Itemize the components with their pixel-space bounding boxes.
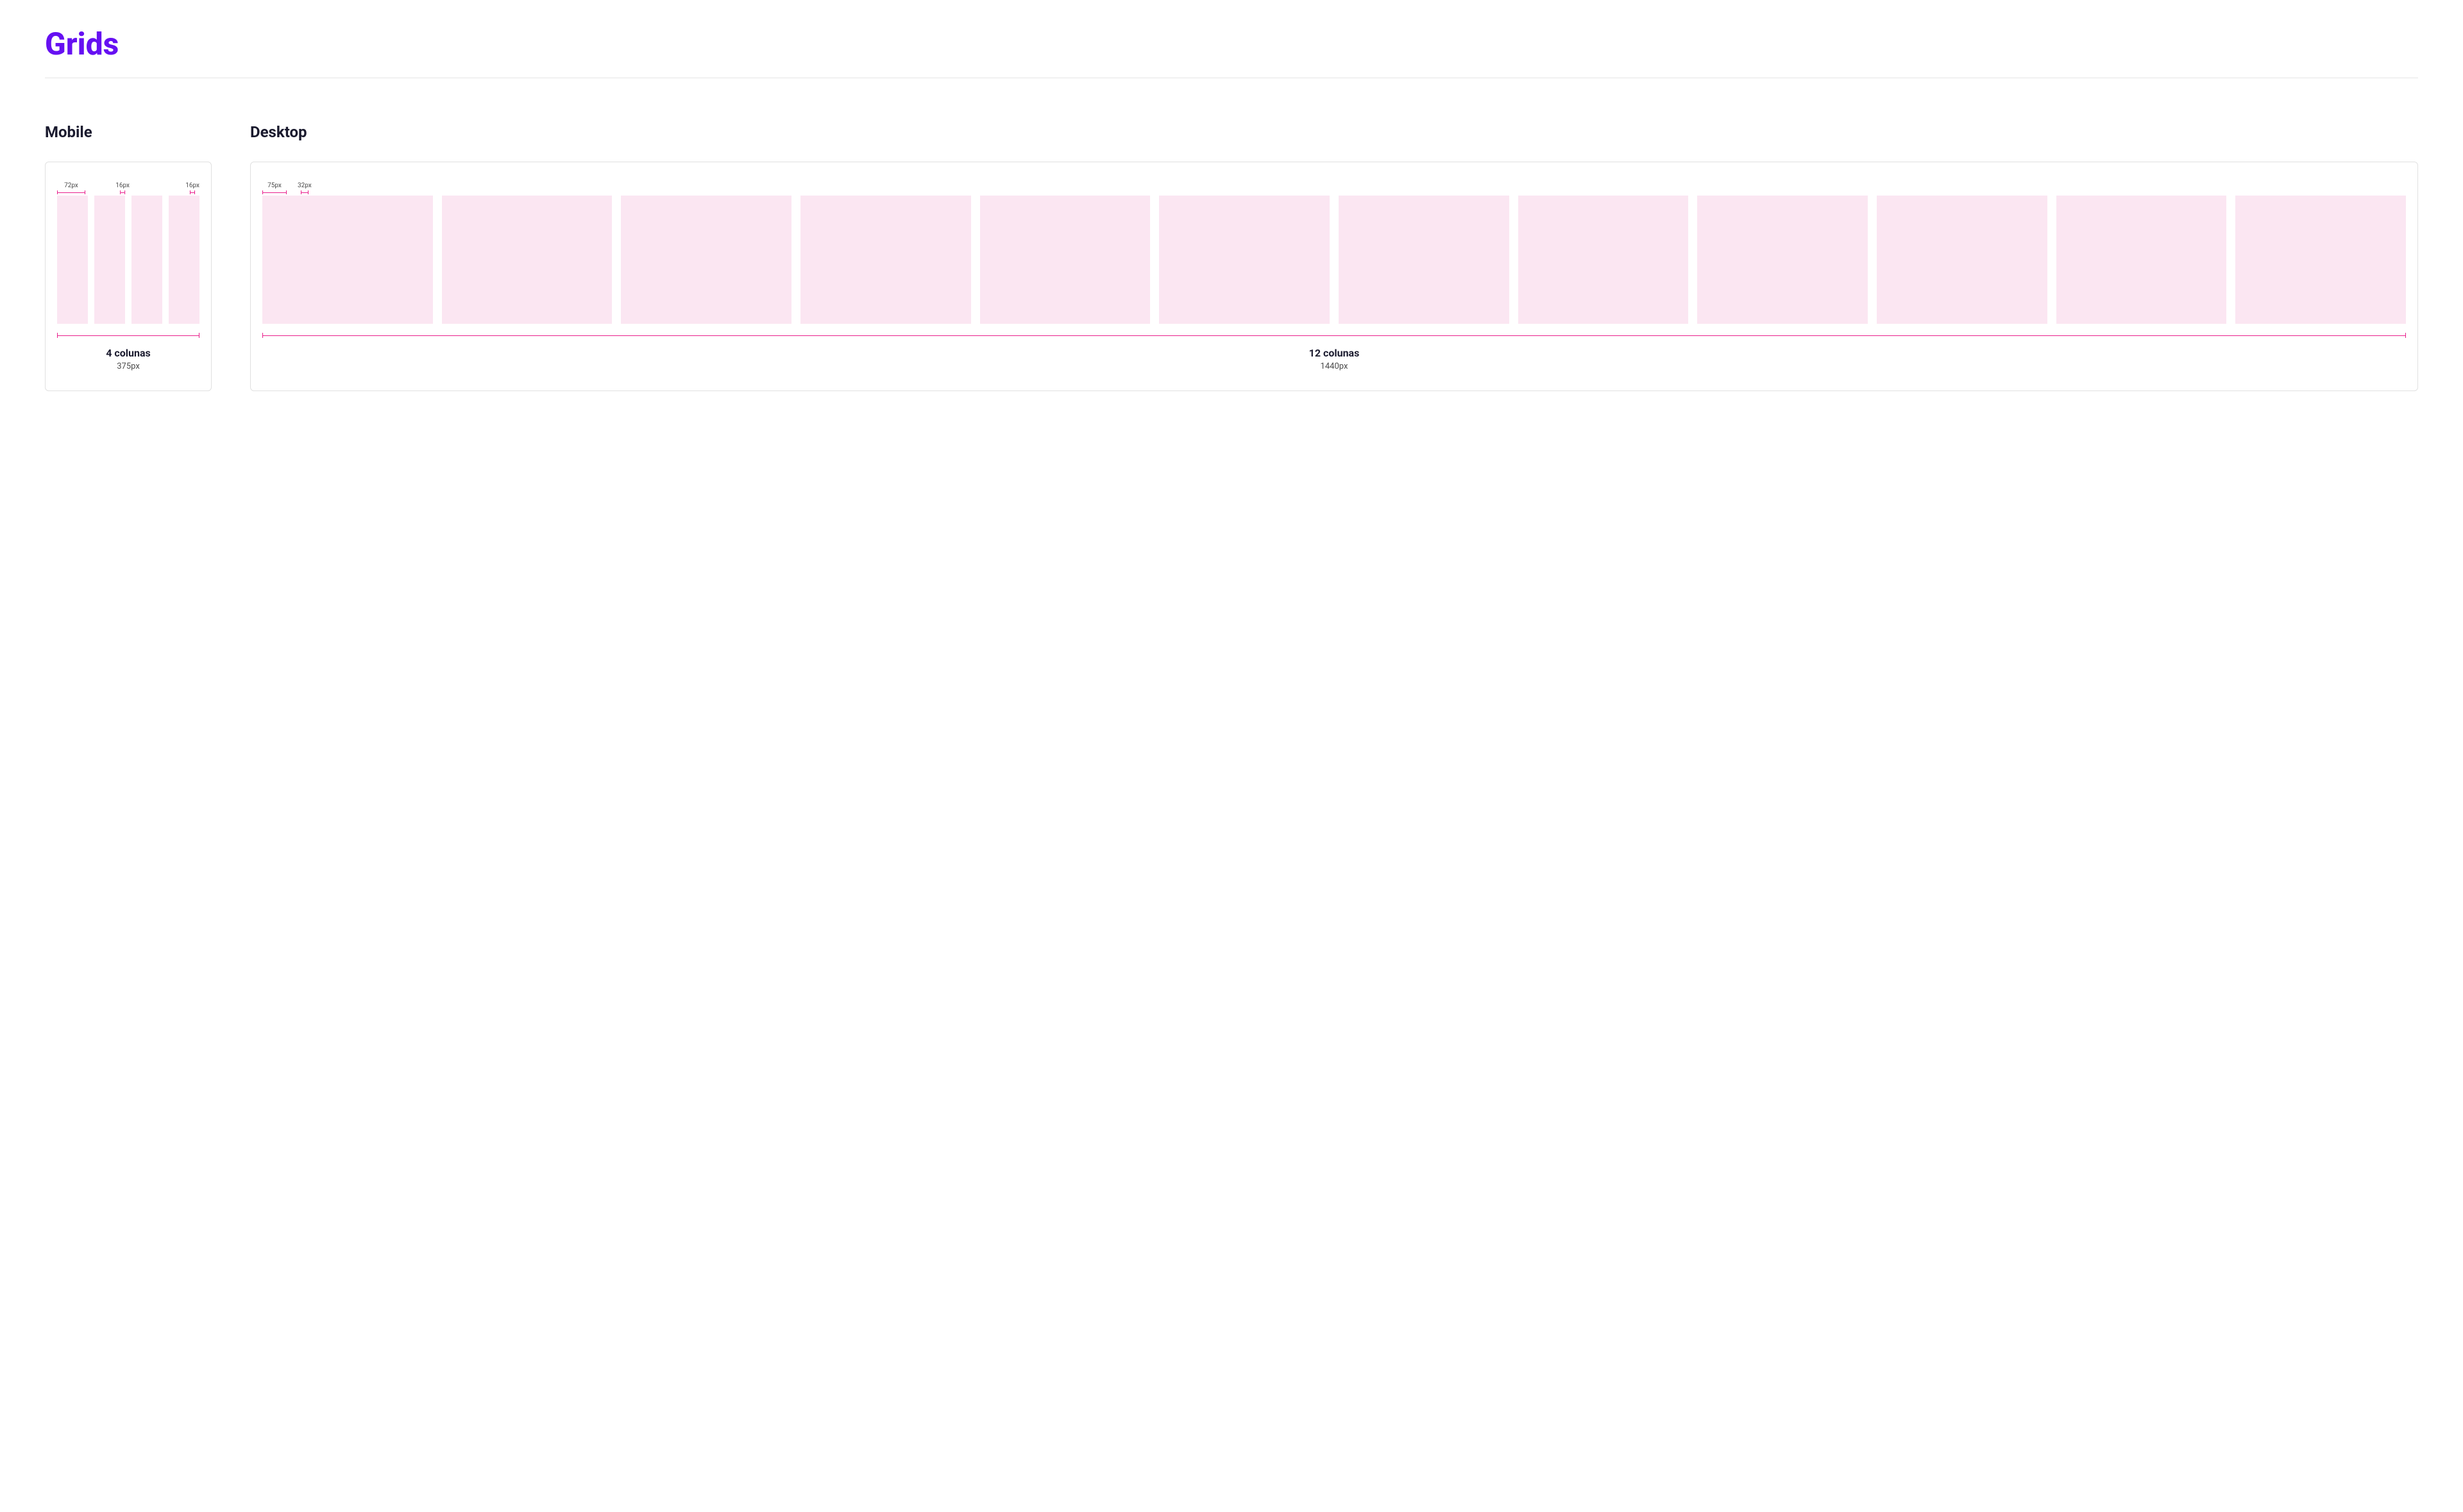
- desktop-section: Desktop 75px 32px: [250, 123, 2418, 391]
- grid-column: [1339, 196, 1509, 324]
- mobile-columns: [57, 196, 199, 324]
- mobile-width-indicator: [57, 333, 199, 338]
- mobile-column-width-label: 72px: [64, 182, 78, 189]
- grid-column: [980, 196, 1151, 324]
- mobile-columns-label: 4 colunas: [57, 347, 199, 359]
- desktop-measurements: 75px 32px: [262, 174, 2406, 194]
- mobile-column-width-measure: 72px: [57, 182, 85, 194]
- grid-column: [94, 196, 125, 324]
- grid-column: [442, 196, 613, 324]
- grid-column: [262, 196, 433, 324]
- grid-column: [2056, 196, 2227, 324]
- measure-line-icon: [301, 190, 309, 194]
- desktop-section-title: Desktop: [250, 123, 2418, 141]
- measure-line-icon: [262, 333, 2406, 338]
- desktop-gutter-measure: 32px: [298, 182, 312, 194]
- mobile-footer-info: 4 colunas 375px: [57, 347, 199, 371]
- measure-line-icon: [120, 190, 125, 194]
- page-title: Grids: [45, 26, 2418, 78]
- mobile-width-label: 375px: [57, 362, 199, 371]
- desktop-frame: 75px 32px: [250, 162, 2418, 391]
- mobile-gutter-measure: 16px: [115, 182, 130, 194]
- desktop-columns: [262, 196, 2406, 324]
- grid-column: [1518, 196, 1689, 324]
- mobile-section: Mobile 72px 16px 16px: [45, 123, 224, 391]
- mobile-gutter-label: 16px: [115, 182, 130, 189]
- measure-line-icon: [190, 190, 195, 194]
- desktop-width-indicator: [262, 333, 2406, 338]
- grid-column: [1877, 196, 2047, 324]
- desktop-width-label: 1440px: [262, 362, 2406, 371]
- grid-column: [131, 196, 162, 324]
- desktop-columns-label: 12 colunas: [262, 347, 2406, 359]
- mobile-measurements: 72px 16px 16px: [57, 174, 199, 194]
- grid-column: [57, 196, 88, 324]
- grid-sections: Mobile 72px 16px 16px: [45, 123, 2418, 391]
- grid-column: [800, 196, 971, 324]
- grid-column: [1159, 196, 1330, 324]
- desktop-column-width-measure: 75px: [262, 182, 287, 194]
- grid-column: [1697, 196, 1868, 324]
- measure-line-icon: [262, 190, 287, 194]
- desktop-gutter-label: 32px: [298, 182, 312, 189]
- grid-column: [169, 196, 199, 324]
- mobile-section-title: Mobile: [45, 123, 224, 141]
- measure-line-icon: [57, 333, 199, 338]
- mobile-margin-measure: 16px: [185, 182, 199, 194]
- desktop-column-width-label: 75px: [267, 182, 282, 189]
- desktop-footer-info: 12 colunas 1440px: [262, 347, 2406, 371]
- measure-line-icon: [57, 190, 85, 194]
- grid-column: [2235, 196, 2406, 324]
- mobile-frame: 72px 16px 16px: [45, 162, 212, 391]
- grid-column: [621, 196, 791, 324]
- mobile-margin-label: 16px: [185, 182, 199, 189]
